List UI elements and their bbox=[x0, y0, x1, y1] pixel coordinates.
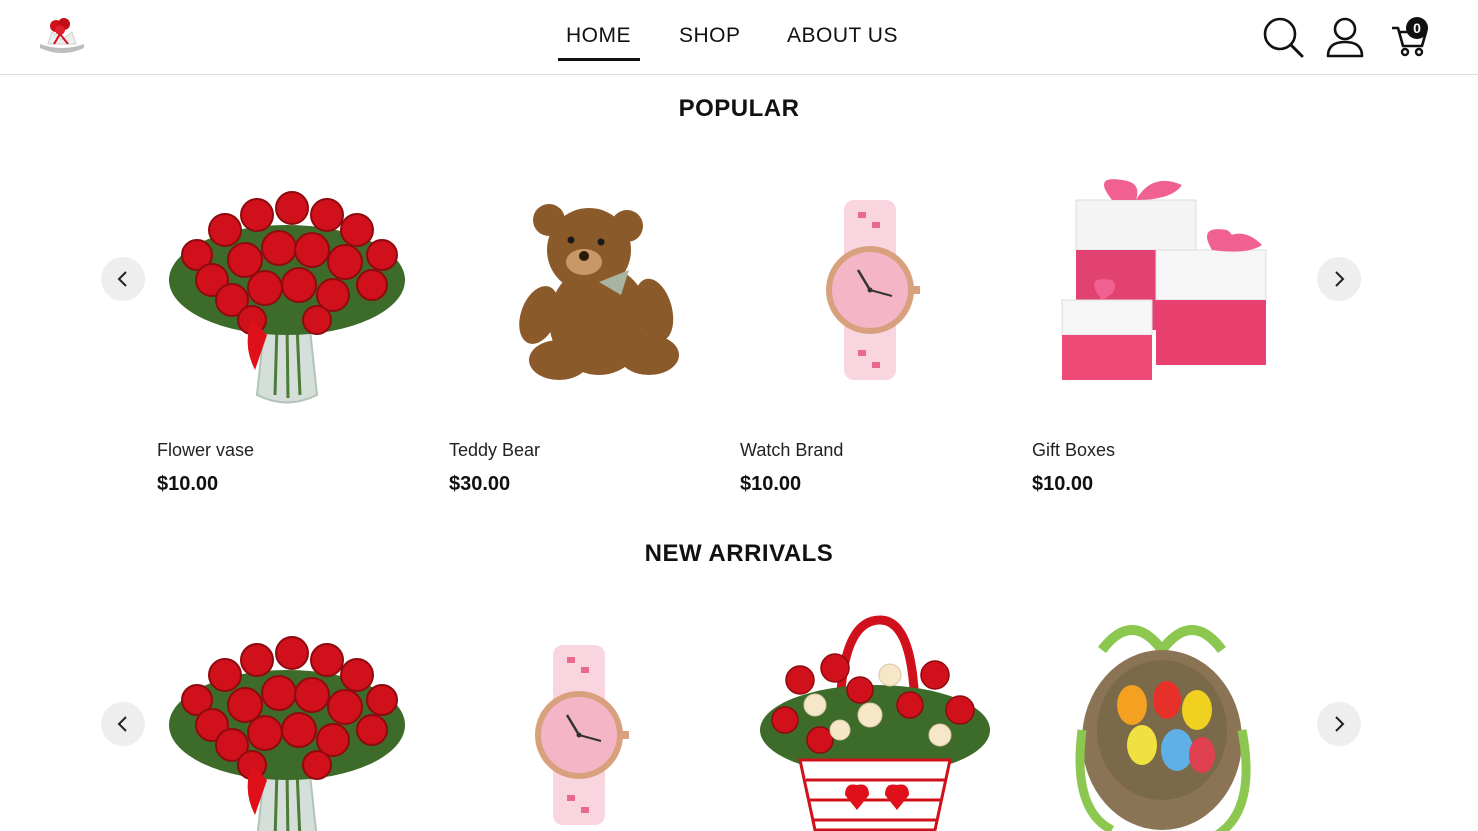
product-image[interactable] bbox=[449, 615, 709, 831]
product-image[interactable] bbox=[449, 170, 709, 410]
nav-home[interactable]: HOME bbox=[566, 24, 631, 48]
product-name[interactable]: Flower vase bbox=[157, 440, 254, 461]
product-card-flower-basket[interactable] bbox=[740, 610, 1000, 831]
product-card-roses[interactable] bbox=[157, 615, 417, 831]
main-nav: HOME SHOP ABOUT US bbox=[0, 0, 1478, 75]
popular-next-button[interactable] bbox=[1317, 257, 1361, 301]
nav-shop[interactable]: SHOP bbox=[679, 24, 741, 48]
popular-prev-button[interactable] bbox=[101, 257, 145, 301]
product-image[interactable] bbox=[740, 610, 1000, 831]
product-name[interactable]: Watch Brand bbox=[740, 440, 843, 461]
cart-count-badge: 0 bbox=[1406, 17, 1428, 39]
popular-section-title: POPULAR bbox=[678, 95, 800, 122]
site-header: HOME SHOP ABOUT US 0 bbox=[0, 0, 1478, 75]
product-image[interactable] bbox=[1032, 610, 1292, 831]
product-image[interactable] bbox=[1032, 170, 1292, 410]
new-arrivals-next-button[interactable] bbox=[1317, 702, 1361, 746]
search-icon[interactable] bbox=[1262, 16, 1304, 58]
chevron-left-icon bbox=[117, 716, 127, 732]
product-card-easter-basket[interactable] bbox=[1032, 610, 1292, 831]
product-name[interactable]: Gift Boxes bbox=[1032, 440, 1115, 461]
nav-active-indicator bbox=[558, 58, 640, 61]
new-arrivals-section-title: NEW ARRIVALS bbox=[644, 540, 834, 567]
product-image[interactable] bbox=[157, 170, 417, 410]
chevron-right-icon bbox=[1335, 716, 1345, 732]
product-image[interactable] bbox=[740, 170, 1000, 410]
chevron-left-icon bbox=[117, 271, 127, 287]
product-name[interactable]: Teddy Bear bbox=[449, 440, 540, 461]
chevron-right-icon bbox=[1335, 271, 1345, 287]
user-icon[interactable] bbox=[1325, 16, 1365, 58]
product-price: $30.00 bbox=[449, 473, 511, 495]
product-price: $10.00 bbox=[740, 473, 802, 495]
nav-about-us[interactable]: ABOUT US bbox=[787, 24, 898, 48]
product-card-watch[interactable] bbox=[449, 615, 709, 831]
product-price: $10.00 bbox=[157, 473, 219, 495]
product-price: $10.00 bbox=[1032, 473, 1094, 495]
product-image[interactable] bbox=[157, 615, 417, 831]
new-arrivals-prev-button[interactable] bbox=[101, 702, 145, 746]
